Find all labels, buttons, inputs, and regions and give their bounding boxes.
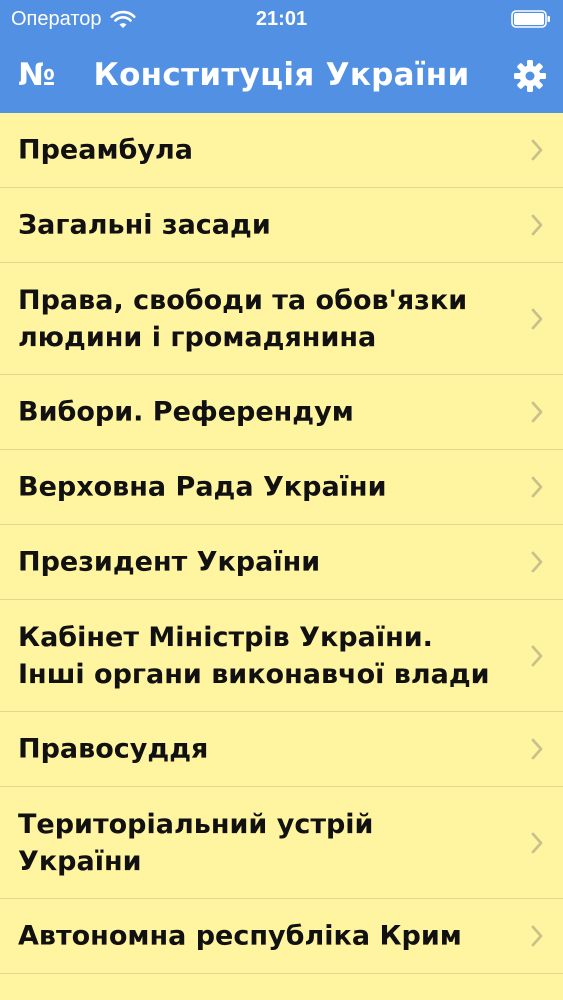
navigation-bar: № Конституція України (0, 42, 563, 112)
list-item-label: Автономна республіка Крим (18, 920, 462, 952)
list-item-label: Президент України (18, 546, 321, 578)
list-item-label: Вибори. Референдум (18, 396, 354, 428)
sections-list: Преамбула Загальні засади Права, свободи… (0, 113, 563, 974)
list-item-label: Верховна Рада України (18, 471, 387, 503)
list-item-verkhovna-rada[interactable]: Верховна Рада України (0, 450, 563, 525)
list-item-cabinet-of-ministers[interactable]: Кабінет Міністрів України. Інші органи в… (0, 600, 563, 712)
chevron-right-icon (531, 139, 543, 161)
chevron-right-icon (531, 738, 543, 760)
list-item-label: Права, свободи та обов'язки людини і гро… (18, 284, 468, 353)
gear-icon[interactable] (513, 59, 547, 93)
status-bar: Оператор 21:01 (0, 0, 563, 40)
chevron-right-icon (531, 214, 543, 236)
chevron-right-icon (531, 832, 543, 853)
page-title: Конституція України (93, 57, 470, 93)
list-item-territorial-structure[interactable]: Територіальний устрій України (0, 787, 563, 899)
list-item-label: Кабінет Міністрів України. Інші органи в… (18, 621, 490, 690)
list-item-label: Правосуддя (18, 733, 209, 765)
chevron-right-icon (531, 645, 543, 666)
list-item-crimea[interactable]: Автономна республіка Крим (0, 899, 563, 974)
list-item-justice[interactable]: Правосуддя (0, 712, 563, 787)
chevron-right-icon (531, 925, 543, 947)
list-item-elections[interactable]: Вибори. Референдум (0, 375, 563, 450)
list-item-general-principles[interactable]: Загальні засади (0, 188, 563, 263)
list-item-label: Територіальний устрій України (18, 808, 374, 877)
list-item-human-rights[interactable]: Права, свободи та обов'язки людини і гро… (0, 263, 563, 375)
battery-icon (511, 10, 550, 28)
list-item-preamble[interactable]: Преамбула (0, 113, 563, 188)
list-item-label: Загальні засади (18, 209, 271, 241)
app-header: Оператор 21:01 № Конституція України (0, 0, 563, 113)
chevron-right-icon (531, 308, 543, 329)
status-time: 21:01 (255, 8, 308, 30)
list-item-label: Преамбула (18, 134, 193, 166)
list-item-president[interactable]: Президент України (0, 525, 563, 600)
chevron-right-icon (531, 401, 543, 423)
chevron-right-icon (531, 476, 543, 498)
chevron-right-icon (531, 551, 543, 573)
